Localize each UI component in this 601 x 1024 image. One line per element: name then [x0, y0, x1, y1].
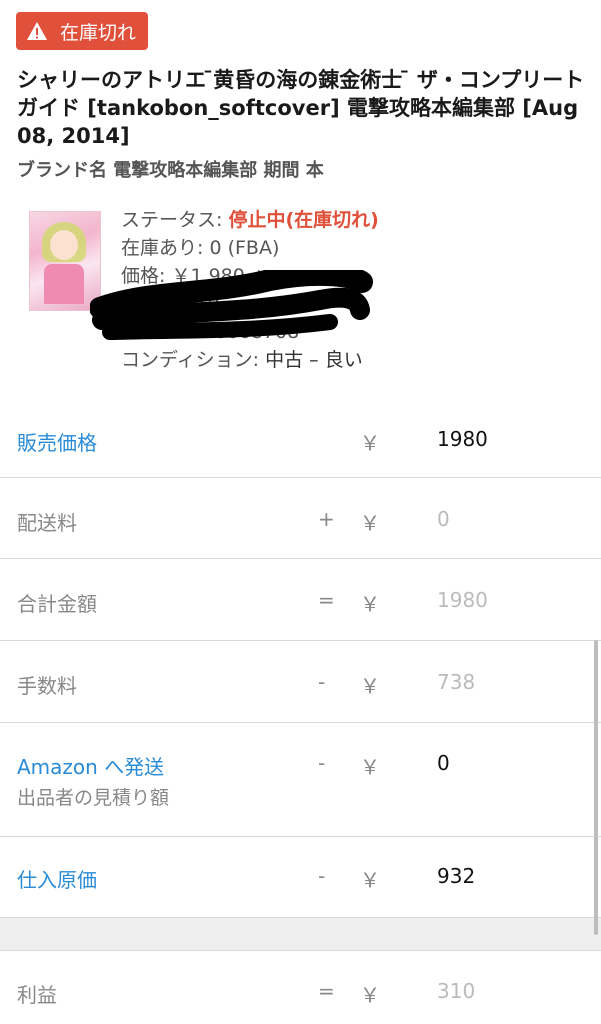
cost-price-value[interactable]: 932: [437, 864, 475, 888]
badge-label: 在庫切れ: [60, 21, 137, 44]
status-label: ステータス:: [121, 209, 229, 231]
warning-icon: [27, 22, 47, 40]
yen-symbol: ￥: [360, 983, 380, 1007]
row-cost-price[interactable]: 仕入原価 - ￥ 932: [0, 837, 601, 918]
product-title[interactable]: シャリーのアトリエ ̄黄昏の海の錬金術士 ̄ ザ・コンプリートガイド [tank…: [17, 66, 587, 150]
fees-value: 738: [437, 670, 476, 694]
row-ship-to-amazon[interactable]: Amazon へ発送 出品者の見積り額 - ￥ 0: [0, 723, 601, 837]
row-shipping: 配送料 + ￥ 0: [0, 478, 601, 559]
yen-symbol: ￥: [360, 755, 380, 779]
redaction-scribble: [90, 270, 373, 340]
minus-operator: -: [318, 864, 326, 888]
condition-label: コンディション:: [121, 349, 266, 371]
row-profit: 利益 = ￥ 310: [0, 951, 601, 1024]
total-value: 1980: [437, 588, 488, 612]
shipping-label: 配送料: [17, 511, 77, 535]
profit-label: 利益: [17, 983, 57, 1007]
equals-operator: =: [318, 979, 335, 1003]
seller-estimate-label: 出品者の見積り額: [17, 787, 170, 809]
ship-to-amazon-value[interactable]: 0: [437, 751, 450, 775]
minus-operator: -: [318, 670, 326, 694]
fees-label: 手数料: [17, 674, 77, 698]
yen-symbol: ￥: [360, 592, 380, 616]
yen-symbol: ￥: [360, 868, 380, 892]
product-header: 在庫切れ シャリーのアトリエ ̄黄昏の海の錬金術士 ̄ ザ・コンプリートガイド …: [0, 0, 601, 405]
stock-line: 在庫あり: 0 (FBA): [121, 237, 280, 259]
selling-price-value[interactable]: 1980: [437, 427, 488, 451]
condition-value: 中古 – 良い: [265, 349, 363, 371]
row-total: 合計金額 = ￥ 1980: [0, 559, 601, 641]
row-fees: 手数料 - ￥ 738: [0, 641, 601, 723]
total-label: 合計金額: [17, 592, 97, 616]
cost-price-label[interactable]: 仕入原価: [17, 864, 97, 893]
minus-operator: -: [318, 751, 326, 775]
status-line: ステータス: 停止中(在庫切れ): [121, 206, 379, 234]
section-gap: [0, 918, 601, 951]
status-value: 停止中(在庫切れ): [228, 209, 379, 231]
yen-symbol: ￥: [360, 511, 380, 535]
selling-price-label[interactable]: 販売価格: [17, 427, 97, 456]
plus-operator: +: [318, 507, 335, 531]
out-of-stock-badge: 在庫切れ: [16, 12, 149, 50]
shipping-value: 0: [437, 507, 450, 531]
scrollbar[interactable]: [594, 640, 598, 935]
profit-value: 310: [437, 979, 476, 1003]
yen-symbol: ￥: [360, 431, 380, 455]
yen-symbol: ￥: [360, 674, 380, 698]
row-selling-price[interactable]: 販売価格 ￥ 1980: [0, 405, 601, 478]
product-brand: ブランド名 電撃攻略本編集部 期間 本: [17, 160, 324, 181]
condition-line: コンディション: 中古 – 良い: [121, 346, 379, 374]
equals-operator: =: [318, 588, 335, 612]
ship-to-amazon-label[interactable]: Amazon へ発送: [17, 751, 164, 780]
